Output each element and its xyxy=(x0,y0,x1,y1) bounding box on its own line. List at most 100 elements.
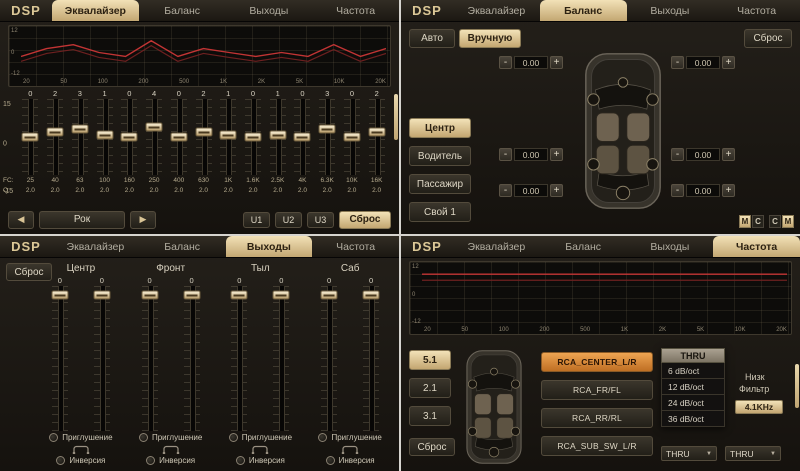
output-slider-thumb[interactable] xyxy=(141,291,158,300)
mode-3-1-button[interactable]: 3.1 xyxy=(409,406,451,426)
minus-button[interactable]: - xyxy=(671,148,684,161)
eq-band-slider[interactable] xyxy=(196,99,212,175)
memory-u3-button[interactable]: U3 xyxy=(307,212,334,228)
eq-band-slider[interactable] xyxy=(146,99,162,175)
output-slider[interactable] xyxy=(52,286,68,431)
plus-button[interactable]: + xyxy=(550,56,563,69)
mc-cell[interactable]: M xyxy=(782,215,794,228)
output-slider[interactable] xyxy=(363,286,379,431)
manual-mode-button[interactable]: Вручную xyxy=(459,29,521,48)
plus-button[interactable]: + xyxy=(550,148,563,161)
eq-band-slider[interactable] xyxy=(245,99,261,175)
eq-slider-thumb[interactable] xyxy=(170,133,187,142)
eq-reset-button[interactable]: Сброс xyxy=(339,211,391,229)
tab-balance[interactable]: Баланс xyxy=(139,0,226,21)
eq-slider-thumb[interactable] xyxy=(195,127,212,136)
eq-slider-thumb[interactable] xyxy=(47,127,64,136)
eq-slider-thumb[interactable] xyxy=(121,133,138,142)
minus-button[interactable]: - xyxy=(671,56,684,69)
balance-reset-button[interactable]: Сброс xyxy=(744,29,792,48)
eq-slider-thumb[interactable] xyxy=(343,133,360,142)
tab-outputs[interactable]: Выходы xyxy=(627,236,714,257)
eq-band-slider[interactable] xyxy=(72,99,88,175)
eq-band-slider[interactable] xyxy=(97,99,113,175)
tab-outputs[interactable]: Выходы xyxy=(226,0,313,21)
tab-outputs[interactable]: Выходы xyxy=(226,236,313,257)
output-slider-thumb[interactable] xyxy=(363,291,380,300)
minus-button[interactable]: - xyxy=(499,184,512,197)
auto-mode-button[interactable]: Авто xyxy=(409,29,455,48)
preset-driver-button[interactable]: Водитель xyxy=(409,146,471,166)
minus-button[interactable]: - xyxy=(499,56,512,69)
output-slider-thumb[interactable] xyxy=(183,291,200,300)
channel-link-icon[interactable] xyxy=(340,445,360,454)
tab-outputs[interactable]: Выходы xyxy=(627,0,714,21)
scroll-indicator[interactable] xyxy=(795,364,799,408)
mute-checkbox[interactable] xyxy=(49,433,58,442)
tab-balance[interactable]: Баланс xyxy=(540,236,627,257)
preset-prev-button[interactable]: ◀ xyxy=(8,211,34,229)
tab-balance[interactable]: Баланс xyxy=(540,0,627,21)
plus-button[interactable]: + xyxy=(550,184,563,197)
eq-band-slider[interactable] xyxy=(121,99,137,175)
slope-option[interactable]: 6 dB/oct xyxy=(661,363,725,379)
tab-equalizer[interactable]: Эквалайзер xyxy=(453,236,540,257)
tab-frequency[interactable]: Частота xyxy=(312,236,399,257)
plus-button[interactable]: + xyxy=(722,56,735,69)
eq-slider-thumb[interactable] xyxy=(269,130,286,139)
eq-slider-thumb[interactable] xyxy=(368,127,385,136)
mute-checkbox[interactable] xyxy=(139,433,148,442)
output-slider[interactable] xyxy=(273,286,289,431)
eq-slider-thumb[interactable] xyxy=(244,133,261,142)
eq-band-slider[interactable] xyxy=(22,99,38,175)
invert-checkbox[interactable] xyxy=(146,456,155,465)
eq-band-slider[interactable] xyxy=(319,99,335,175)
slope-option[interactable]: 36 dB/oct xyxy=(661,411,725,427)
hpf-select[interactable]: THRU ▼ xyxy=(725,446,781,461)
rca-rear-button[interactable]: RCA_RR/RL xyxy=(541,408,653,428)
output-slider[interactable] xyxy=(321,286,337,431)
eq-slider-thumb[interactable] xyxy=(146,123,163,132)
channel-link-icon[interactable] xyxy=(250,445,270,454)
eq-slider-thumb[interactable] xyxy=(294,133,311,142)
invert-checkbox[interactable] xyxy=(236,456,245,465)
tab-balance[interactable]: Баланс xyxy=(139,236,226,257)
invert-checkbox[interactable] xyxy=(326,456,335,465)
tab-equalizer[interactable]: Эквалайзер xyxy=(52,0,139,21)
eq-band-slider[interactable] xyxy=(270,99,286,175)
filter-frequency-value[interactable]: 4.1KHz xyxy=(735,400,783,414)
mode-2-1-button[interactable]: 2.1 xyxy=(409,378,451,398)
eq-slider-thumb[interactable] xyxy=(71,125,88,134)
tab-frequency[interactable]: Частота xyxy=(312,0,399,21)
output-slider[interactable] xyxy=(184,286,200,431)
freq-reset-button[interactable]: Сброс xyxy=(409,438,455,456)
tab-frequency[interactable]: Частота xyxy=(713,0,800,21)
invert-checkbox[interactable] xyxy=(56,456,65,465)
rca-sub-button[interactable]: RCA_SUB_SW_L/R xyxy=(541,436,653,456)
mc-cell[interactable]: C xyxy=(752,215,764,228)
mute-checkbox[interactable] xyxy=(318,433,327,442)
mc-cell[interactable]: C xyxy=(769,215,781,228)
eq-band-slider[interactable] xyxy=(171,99,187,175)
mc-cell[interactable]: M xyxy=(739,215,751,228)
preset-next-button[interactable]: ▶ xyxy=(130,211,156,229)
output-slider[interactable] xyxy=(231,286,247,431)
eq-slider-thumb[interactable] xyxy=(220,130,237,139)
channel-link-icon[interactable] xyxy=(71,445,91,454)
output-slider-thumb[interactable] xyxy=(231,291,248,300)
eq-band-slider[interactable] xyxy=(294,99,310,175)
eq-band-slider[interactable] xyxy=(220,99,236,175)
minus-button[interactable]: - xyxy=(499,148,512,161)
eq-band-slider[interactable] xyxy=(369,99,385,175)
eq-slider-thumb[interactable] xyxy=(96,130,113,139)
preset-center-button[interactable]: Центр xyxy=(409,118,471,138)
mute-checkbox[interactable] xyxy=(229,433,238,442)
plus-button[interactable]: + xyxy=(722,184,735,197)
slope-option[interactable]: 12 dB/oct xyxy=(661,379,725,395)
tab-equalizer[interactable]: Эквалайзер xyxy=(453,0,540,21)
output-slider-thumb[interactable] xyxy=(51,291,68,300)
preset-passenger-button[interactable]: Пассажир xyxy=(409,174,471,194)
output-slider-thumb[interactable] xyxy=(273,291,290,300)
mode-5-1-button[interactable]: 5.1 xyxy=(409,350,451,370)
preset-button[interactable]: Рок xyxy=(39,211,125,229)
